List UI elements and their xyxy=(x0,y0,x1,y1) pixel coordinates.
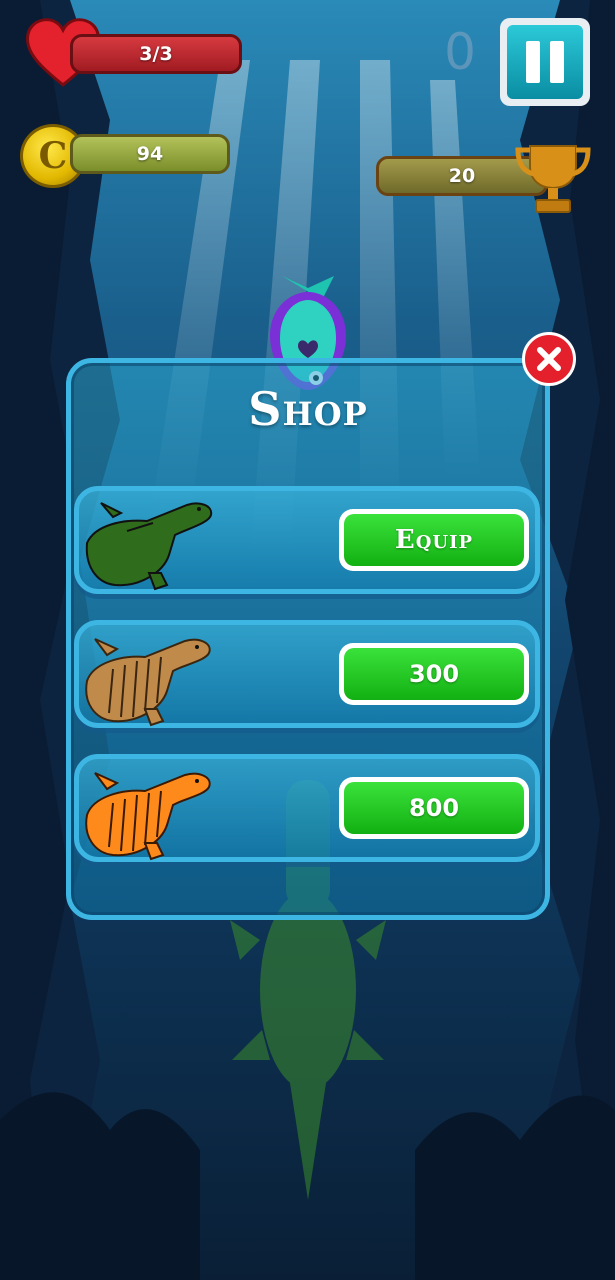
best-score-value: 20 xyxy=(448,165,476,187)
shop-title: Shop xyxy=(248,382,368,436)
green-crocodile-icon xyxy=(85,502,213,591)
price-label-tan: 300 xyxy=(344,648,524,700)
equip-button[interactable]: Equip xyxy=(339,509,529,571)
coin-bar: 94 xyxy=(70,134,230,174)
price-label-orange: 800 xyxy=(344,782,524,834)
pause-button[interactable] xyxy=(500,18,590,106)
buy-button-tan[interactable]: 300 xyxy=(339,643,529,705)
shop-item-orange-crocodile: 800 xyxy=(74,754,540,862)
current-score: 0 xyxy=(444,23,476,81)
close-button[interactable] xyxy=(522,332,576,386)
buy-button-orange[interactable]: 800 xyxy=(339,777,529,839)
health-value: 3/3 xyxy=(139,43,173,65)
pause-icon xyxy=(507,25,583,99)
shop-item-green-crocodile: Equip xyxy=(74,486,540,594)
coin-count: 94 xyxy=(136,143,164,165)
equip-label: Equip xyxy=(344,514,524,566)
shop-item-tan-crocodile: 300 xyxy=(74,620,540,728)
health-bar: 3/3 xyxy=(70,34,242,74)
tan-crocodile-icon xyxy=(85,638,211,727)
close-icon xyxy=(537,347,561,371)
orange-crocodile-icon xyxy=(85,772,211,861)
trophy-icon xyxy=(515,145,591,213)
